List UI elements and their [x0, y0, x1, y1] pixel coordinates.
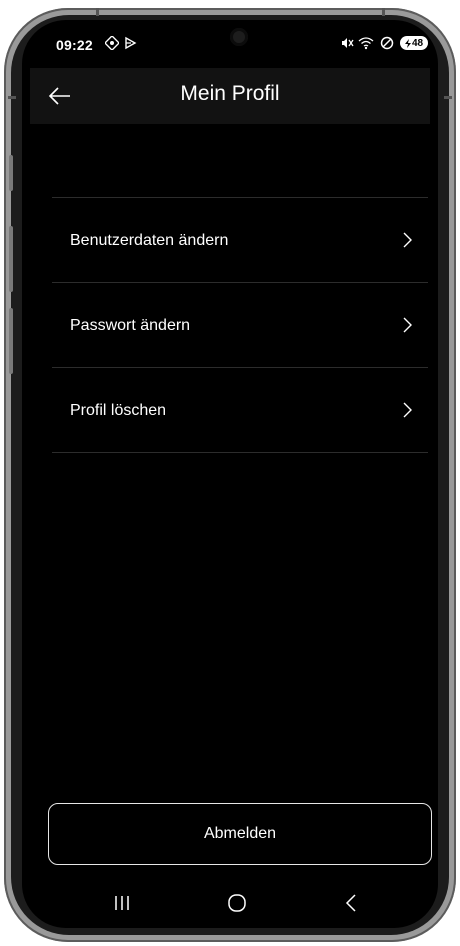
menu-item-delete-profile[interactable]: Profil löschen [52, 368, 428, 453]
menu-item-label: Profil löschen [70, 402, 167, 419]
menu-item-label: Benutzerdaten ändern [70, 232, 229, 249]
menu-item-change-password[interactable]: Passwort ändern [52, 283, 428, 368]
status-time: 09:22 [56, 37, 93, 53]
chevron-right-icon [403, 402, 412, 418]
profile-menu: Benutzerdaten ändern Passwort ändern Pro… [52, 197, 428, 453]
app-bar: Mein Profil [30, 68, 430, 124]
antenna-line [96, 8, 99, 16]
menu-item-edit-user-data[interactable]: Benutzerdaten ändern [52, 198, 428, 283]
recents-icon[interactable] [107, 888, 137, 918]
volume-button [9, 155, 13, 191]
chevron-right-icon [403, 317, 412, 333]
volume-down-button [9, 308, 13, 374]
antenna-line [8, 96, 16, 99]
menu-item-label: Passwort ändern [70, 317, 191, 334]
status-bar: 09:22 48 [22, 20, 438, 68]
screen: 09:22 48 Mein Profil Benutzerdaten änder… [22, 20, 438, 928]
dnd-icon [380, 36, 394, 53]
back-icon[interactable] [336, 888, 366, 918]
battery-icon: 48 [400, 36, 428, 50]
antenna-line [444, 96, 452, 99]
home-icon[interactable] [222, 888, 252, 918]
system-nav-bar [22, 878, 438, 928]
wifi-icon [358, 36, 374, 53]
battery-level: 48 [411, 37, 424, 49]
antenna-line [382, 8, 385, 16]
front-camera [230, 28, 248, 46]
nfc-icon [103, 34, 121, 53]
chevron-right-icon [403, 232, 412, 248]
play-icon [123, 36, 137, 53]
mute-icon [340, 36, 354, 53]
volume-up-button [9, 226, 13, 292]
logout-button[interactable]: Abmelden [48, 803, 432, 865]
page-title: Mein Profil [180, 82, 280, 105]
